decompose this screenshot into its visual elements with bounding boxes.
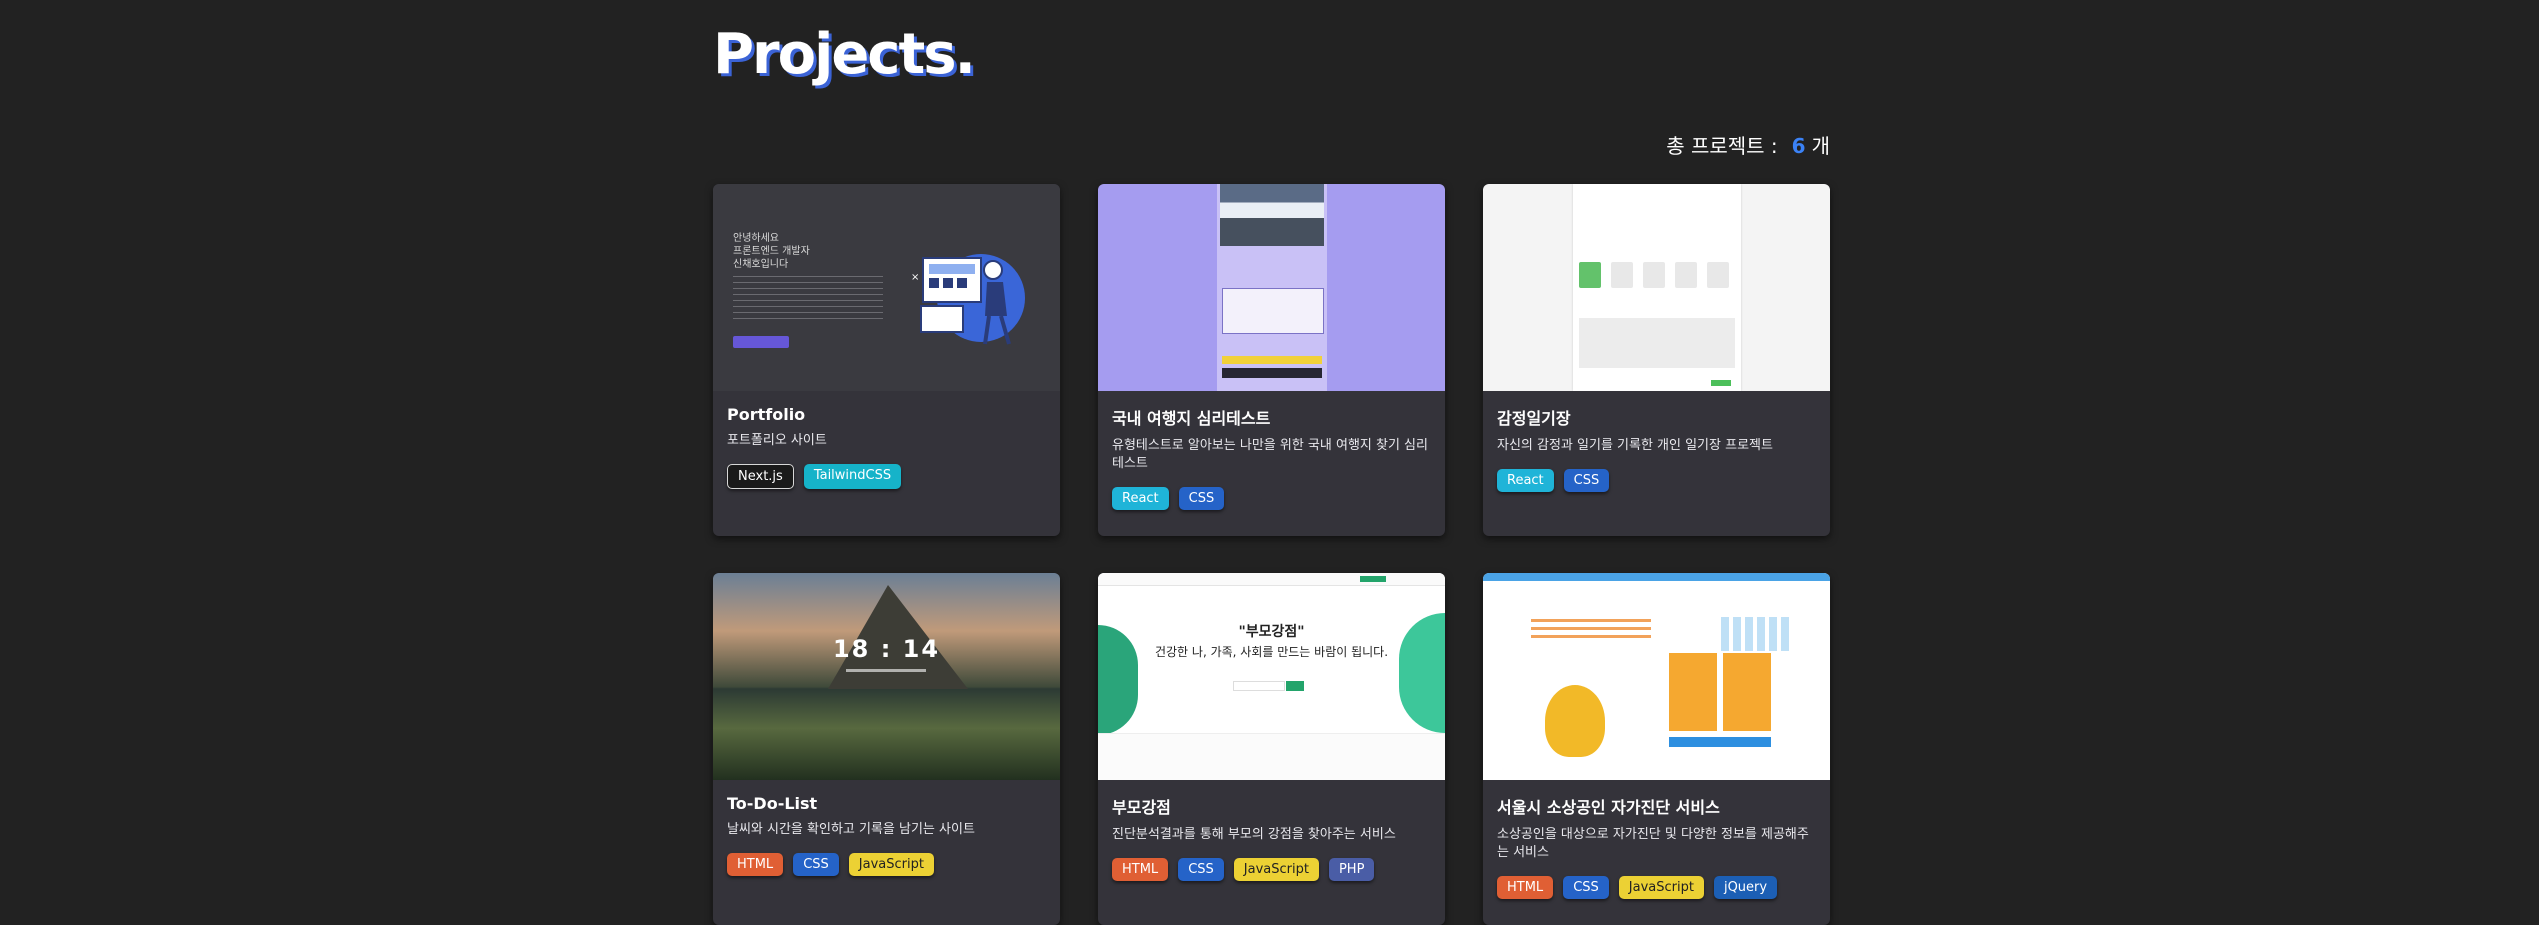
project-count-unit: 개 bbox=[1811, 134, 1830, 158]
tag-php: PHP bbox=[1328, 858, 1375, 881]
tech-tags: HTML CSS JavaScript jQuery bbox=[1497, 876, 1816, 899]
thumbnail-clock: 18 : 14 bbox=[832, 635, 941, 663]
tag-react: React bbox=[1112, 487, 1169, 510]
project-card-parent-strength[interactable]: "부모강점" 건강한 나, 가족, 사회를 만드는 바람이 됩니다. 부모강점 … bbox=[1098, 573, 1445, 925]
tag-nextjs: Next.js bbox=[727, 464, 794, 489]
project-thumbnail bbox=[1483, 184, 1830, 391]
project-description: 자신의 감정과 일기를 기록한 개인 일기장 프로젝트 bbox=[1497, 438, 1773, 453]
tag-javascript: JavaScript bbox=[848, 853, 934, 876]
thumbnail-header-bar bbox=[1483, 573, 1830, 581]
project-name: 부모강점 bbox=[1112, 798, 1171, 817]
thumbnail-footer bbox=[1098, 733, 1445, 780]
tag-css: CSS bbox=[793, 853, 839, 876]
emotion-icon bbox=[1675, 262, 1697, 288]
thumbnail-mountain-photo bbox=[1220, 184, 1324, 246]
thumbnail-textarea bbox=[1579, 318, 1735, 368]
tag-css: CSS bbox=[1178, 858, 1224, 881]
thumbnail-line: 안녕하세요 bbox=[733, 233, 779, 244]
tag-javascript: JavaScript bbox=[1233, 858, 1319, 881]
thumbnail-save-button bbox=[1711, 380, 1731, 386]
chick-mascot-icon bbox=[1545, 685, 1605, 757]
project-description: 포트폴리오 사이트 bbox=[727, 433, 827, 448]
thumbnail-info-card bbox=[1723, 653, 1771, 731]
tag-jquery: jQuery bbox=[1713, 876, 1778, 899]
thumbnail-info-card bbox=[1669, 653, 1717, 731]
thumbnail-dark-bar bbox=[1222, 368, 1322, 378]
thumbnail-nav bbox=[1098, 573, 1445, 586]
thumbnail-buildings bbox=[1721, 617, 1791, 651]
tag-html: HTML bbox=[727, 853, 784, 876]
developer-illustration-icon: × bbox=[911, 254, 1025, 345]
project-description: 날씨와 시간을 확인하고 기록을 남기는 사이트 bbox=[727, 822, 975, 837]
thumbnail-date-line bbox=[846, 669, 926, 672]
project-count: 총 프로젝트 : 6개 bbox=[1666, 130, 1830, 159]
thumbnail-line: 신채호입니다 bbox=[733, 259, 789, 270]
thumbnail-result-box bbox=[1222, 288, 1324, 334]
project-thumbnail bbox=[1098, 184, 1445, 391]
tech-tags: Next.js TailwindCSS bbox=[727, 464, 1046, 489]
thumbnail-subline: 건강한 나, 가족, 사회를 만드는 바람이 됩니다. bbox=[1154, 645, 1389, 659]
thumbnail-headline: "부모강점" bbox=[1238, 624, 1305, 640]
project-name: 감정일기장 bbox=[1497, 409, 1571, 428]
project-card-todo-list[interactable]: 18 : 14 To-Do-List 날씨와 시간을 확인하고 기록을 남기는 … bbox=[713, 573, 1060, 925]
project-grid: 안녕하세요 프론트엔드 개발자 신채호입니다 × Portfolio 포트폴리오… bbox=[713, 184, 1830, 925]
thumbnail-search-button bbox=[1286, 681, 1304, 691]
tag-html: HTML bbox=[1112, 858, 1169, 881]
project-thumbnail bbox=[1483, 573, 1830, 780]
thumbnail-line: 프론트엔드 개발자 bbox=[733, 246, 810, 257]
emotion-icon bbox=[1707, 262, 1729, 288]
thumbnail-green-shape bbox=[1098, 625, 1138, 735]
project-thumbnail: "부모강점" 건강한 나, 가족, 사회를 만드는 바람이 됩니다. bbox=[1098, 573, 1445, 780]
tag-javascript: JavaScript bbox=[1618, 876, 1704, 899]
tech-tags: HTML CSS JavaScript PHP bbox=[1112, 858, 1431, 881]
tech-tags: React CSS bbox=[1497, 469, 1816, 492]
thumbnail-button bbox=[733, 336, 789, 348]
tag-tailwindcss: TailwindCSS bbox=[803, 464, 902, 489]
tag-css: CSS bbox=[1563, 469, 1610, 492]
thumbnail-nav-button bbox=[1360, 576, 1386, 582]
project-name: Portfolio bbox=[727, 405, 806, 424]
project-name: To-Do-List bbox=[727, 794, 818, 813]
thumbnail-start-button bbox=[1669, 737, 1771, 747]
thumbnail-heading bbox=[1531, 619, 1651, 643]
tech-tags: React CSS bbox=[1112, 487, 1431, 510]
emotion-icon bbox=[1643, 262, 1665, 288]
page-title: Projects. bbox=[713, 22, 976, 87]
project-thumbnail: 18 : 14 bbox=[713, 573, 1060, 780]
thumbnail-greeting: 안녕하세요 프론트엔드 개발자 신채호입니다 bbox=[733, 232, 883, 271]
project-name: 국내 여행지 심리테스트 bbox=[1112, 409, 1271, 428]
project-description: 소상공인을 대상으로 자가진단 및 다양한 정보를 제공해주는 서비스 bbox=[1497, 827, 1809, 860]
project-card-emotion-diary[interactable]: 감정일기장 자신의 감정과 일기를 기록한 개인 일기장 프로젝트 React … bbox=[1483, 184, 1830, 536]
thumbnail-yellow-bar bbox=[1222, 356, 1322, 364]
emotion-icon bbox=[1611, 262, 1633, 288]
project-count-number: 6 bbox=[1791, 134, 1806, 158]
tag-css: CSS bbox=[1563, 876, 1609, 899]
project-count-label: 총 프로젝트 : bbox=[1666, 134, 1778, 158]
project-name: 서울시 소상공인 자가진단 서비스 bbox=[1497, 798, 1720, 817]
thumbnail-paragraph bbox=[733, 276, 883, 322]
tag-html: HTML bbox=[1497, 876, 1554, 899]
project-card-seoul-diagnosis[interactable]: 서울시 소상공인 자가진단 서비스 소상공인을 대상으로 자가진단 및 다양한 … bbox=[1483, 573, 1830, 925]
project-description: 진단분석결과를 통해 부모의 강점을 찾아주는 서비스 bbox=[1112, 827, 1396, 842]
tech-tags: HTML CSS JavaScript bbox=[727, 853, 1046, 876]
svg-text:×: × bbox=[911, 272, 919, 283]
project-thumbnail: 안녕하세요 프론트엔드 개발자 신채호입니다 × bbox=[713, 184, 1060, 391]
emotion-icon bbox=[1579, 262, 1601, 288]
project-card-portfolio[interactable]: 안녕하세요 프론트엔드 개발자 신채호입니다 × Portfolio 포트폴리오… bbox=[713, 184, 1060, 536]
tag-react: React bbox=[1497, 469, 1554, 492]
tag-css: CSS bbox=[1178, 487, 1225, 510]
project-description: 유형테스트로 알아보는 나만을 위한 국내 여행지 찾기 심리테스트 bbox=[1112, 438, 1428, 471]
thumbnail-search-field bbox=[1233, 681, 1285, 691]
project-card-travel-test[interactable]: 국내 여행지 심리테스트 유형테스트로 알아보는 나만을 위한 국내 여행지 찾… bbox=[1098, 184, 1445, 536]
